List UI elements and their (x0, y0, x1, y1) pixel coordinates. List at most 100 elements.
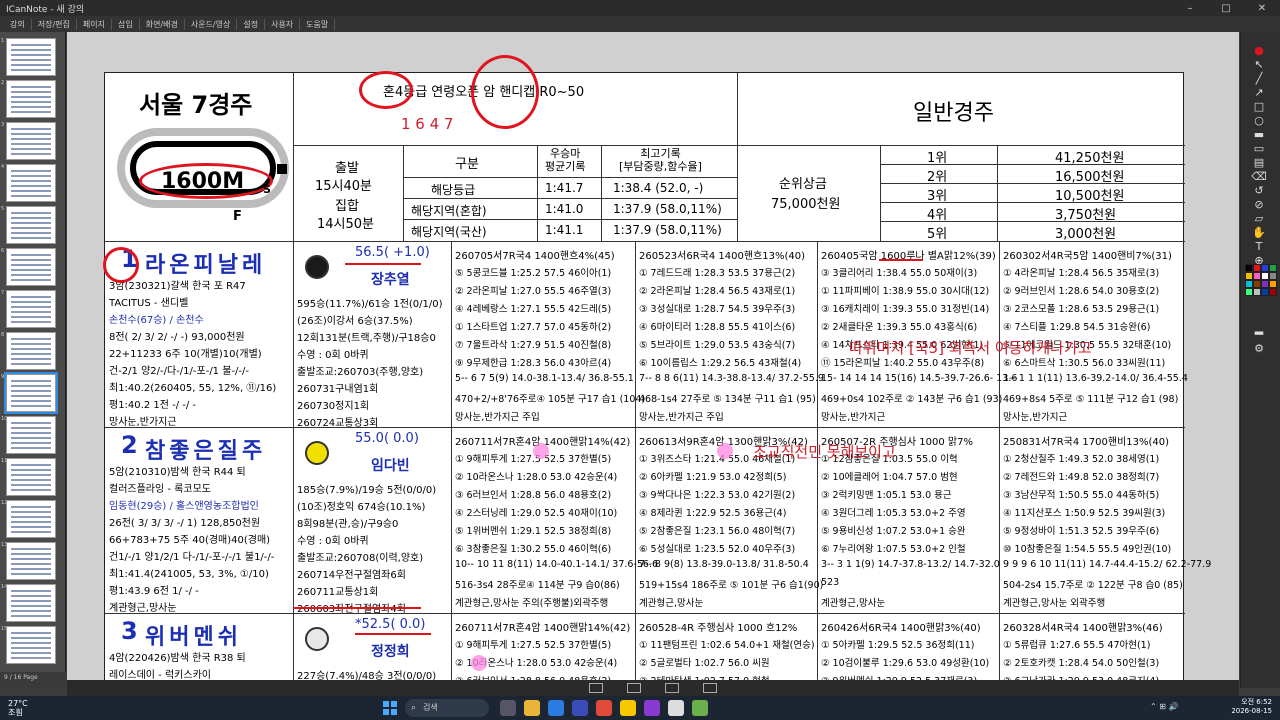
clear-icon[interactable]: ⊘ (1251, 198, 1267, 212)
settings-icon[interactable]: ⚙ (1251, 342, 1267, 356)
maximize-button[interactable]: □ (1208, 3, 1244, 14)
page-thumbnail[interactable] (6, 290, 56, 328)
thumb-line (11, 274, 51, 276)
weather-widget[interactable]: 27°C 조흼 (8, 699, 28, 717)
color-swatch[interactable] (1245, 288, 1253, 296)
color-swatch[interactable] (1261, 280, 1269, 288)
carried-weight: 55.0( 0.0) (355, 431, 419, 446)
menu-settings[interactable]: 설정 (237, 18, 266, 30)
note-icon[interactable]: ▤ (1251, 156, 1267, 170)
edge-icon[interactable] (548, 700, 564, 716)
eraser-icon[interactable]: ⌫ (1251, 170, 1267, 184)
chrome-icon[interactable] (596, 700, 612, 716)
system-tray[interactable]: ⌃ ⊞ 🔊 (1150, 702, 1178, 711)
thumb-line (11, 69, 51, 71)
color-swatch[interactable] (1245, 272, 1253, 280)
table-rule (880, 202, 1185, 203)
page-thumbnail[interactable] (6, 416, 56, 454)
windows-start-icon[interactable] (383, 701, 397, 715)
menu-help[interactable]: 도움말 (300, 18, 336, 30)
menu-user[interactable]: 사용자 (265, 18, 301, 30)
page-thumbnail[interactable] (6, 122, 56, 160)
app-icon[interactable] (644, 700, 660, 716)
sticky-icon[interactable]: ▭ (1251, 142, 1267, 156)
thumb-line (11, 442, 51, 444)
next-page-icon[interactable] (665, 683, 679, 693)
menu-save-edit[interactable]: 저장/편집 (32, 18, 77, 30)
menu-lecture[interactable]: 강의 (4, 18, 32, 30)
weather-temp: 27°C (8, 699, 28, 708)
title-bar: ICanNote - 새 강의 – □ ✕ (0, 0, 1280, 16)
page-thumbnail[interactable] (6, 626, 56, 664)
race-result-row: ⑤ 5브라이트 1:29.0 53.5 43숭식(7) (639, 340, 796, 351)
thumb-line (11, 479, 51, 481)
color-swatch[interactable] (1261, 264, 1269, 272)
page-thumbnail[interactable] (6, 248, 56, 286)
circle-icon[interactable]: ○ (1251, 114, 1267, 128)
page-thumbnail[interactable] (6, 164, 56, 202)
thumb-line (11, 427, 51, 429)
page-thumbnail[interactable] (6, 80, 56, 118)
color-swatch[interactable] (1245, 264, 1253, 272)
color-swatch[interactable] (1269, 272, 1277, 280)
color-swatch[interactable] (1269, 280, 1277, 288)
page-thumbnail[interactable] (6, 500, 56, 538)
icannote-icon[interactable] (692, 700, 708, 716)
color-swatch[interactable] (1253, 288, 1261, 296)
pointer-icon[interactable]: ↖ (1251, 58, 1267, 72)
thumb-line (11, 432, 51, 434)
text-icon[interactable]: T (1251, 240, 1267, 254)
prev-page-icon[interactable] (627, 683, 641, 693)
color-swatch[interactable] (1245, 280, 1253, 288)
menu-insert[interactable]: 삽입 (112, 18, 140, 30)
arrow-icon[interactable]: ↗ (1251, 86, 1267, 100)
highlighter-icon[interactable]: ▬ (1251, 128, 1267, 142)
thumb-line (11, 195, 51, 197)
color-swatch[interactable] (1269, 288, 1277, 296)
color-swatch[interactable] (1269, 264, 1277, 272)
page-thumbnail[interactable] (6, 458, 56, 496)
taskbar-search[interactable]: ⌕ 검색 (405, 699, 489, 717)
table-rule (737, 73, 738, 241)
menu-page[interactable]: 페이지 (77, 18, 112, 30)
page-thumbnail[interactable] (6, 542, 56, 580)
color-swatch[interactable] (1253, 272, 1261, 280)
store-icon[interactable] (572, 700, 588, 716)
page-thumbnail[interactable] (4, 372, 58, 414)
line-icon[interactable]: ╱ (1251, 72, 1267, 86)
close-button[interactable]: ✕ (1244, 3, 1280, 14)
file-explorer-icon[interactable] (524, 700, 540, 716)
page-thumbnail[interactable] (6, 38, 56, 76)
notepad-icon[interactable] (668, 700, 684, 716)
hand-icon[interactable]: ✋ (1251, 226, 1267, 240)
thumb-line (11, 106, 51, 108)
task-view-icon[interactable] (500, 700, 516, 716)
page-thumbnail[interactable] (6, 332, 56, 370)
thumb-line (11, 54, 51, 56)
color-swatch[interactable] (1261, 288, 1269, 296)
race-type: 일반경주 (913, 101, 994, 126)
color-swatch[interactable] (1253, 264, 1261, 272)
color-swatch[interactable] (1253, 280, 1261, 288)
thumb-line (11, 521, 51, 523)
undo-icon[interactable]: ↺ (1251, 184, 1267, 198)
page-thumbnail[interactable] (6, 206, 56, 244)
race-result-row: 7-- 8 8 6(11) 14.3-38.8-13.4/ 37.2-55.9 (639, 373, 824, 384)
fullscreen-icon[interactable] (703, 683, 717, 693)
record-avg: 1:41.7 (545, 181, 584, 195)
fit-page-icon[interactable] (589, 683, 603, 693)
menu-sound-video[interactable]: 사운드/영상 (185, 18, 238, 30)
trainer-stat-line: 수영 : 0회 0바퀴 (297, 350, 369, 361)
page-thumbnail[interactable] (6, 584, 56, 622)
kakaotalk-icon[interactable] (620, 700, 636, 716)
race-result-row: ① 9해피투게 1:27.5 52.5 37한별(5) (455, 640, 612, 651)
menu-screen-bg[interactable]: 화면/배경 (140, 18, 185, 30)
pen-thickness-icon[interactable]: ▂ (1251, 322, 1267, 336)
color-swatch[interactable] (1261, 272, 1269, 280)
minimize-button[interactable]: – (1172, 3, 1208, 14)
record-icon[interactable]: ● (1251, 44, 1267, 58)
rect-icon[interactable]: □ (1251, 100, 1267, 114)
ruler-icon[interactable]: ▱ (1251, 212, 1267, 226)
thumb-line (11, 358, 51, 360)
taskbar-clock[interactable]: 오전 6:52 2026-08-15 (1210, 698, 1272, 716)
